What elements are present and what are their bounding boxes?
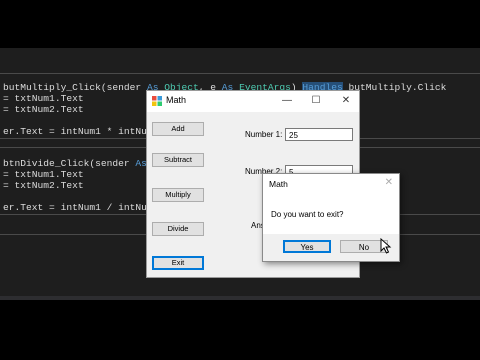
code-token: = txtNum2.Text xyxy=(3,180,84,191)
divide-button[interactable]: Divide xyxy=(152,222,204,236)
code-token: er.Text = intNum1 * intNum2 xyxy=(3,126,159,137)
number1-input[interactable]: 25 xyxy=(285,128,353,141)
close-icon[interactable]: ✕ xyxy=(337,93,355,109)
code-token: = txtNum1.Text xyxy=(3,169,84,180)
form-titlebar[interactable]: Math — ☐ ✕ xyxy=(147,91,359,112)
dialog-message: Do you want to exit? xyxy=(271,210,344,219)
minimize-icon[interactable]: — xyxy=(278,93,296,109)
code-token: er.Text = intNum1 / intNum2 xyxy=(3,202,159,213)
yes-button[interactable]: Yes xyxy=(283,240,331,253)
dialog-body: Do you want to exit? xyxy=(263,194,399,234)
add-button[interactable]: Add xyxy=(152,122,204,136)
code-token: = txtNum2.Text xyxy=(3,104,84,115)
editor-status-strip xyxy=(0,296,480,300)
maximize-icon[interactable]: ☐ xyxy=(307,93,325,109)
subtract-button[interactable]: Subtract xyxy=(152,153,204,167)
form-title: Math xyxy=(166,95,187,105)
dialog-titlebar[interactable]: Math ✕ xyxy=(263,174,399,194)
multiply-button[interactable]: Multiply xyxy=(152,188,204,202)
code-token: = txtNum1.Text xyxy=(3,93,84,104)
number1-label: Number 1: xyxy=(245,130,283,139)
mouse-cursor-icon xyxy=(380,238,392,254)
app-icon xyxy=(152,96,162,106)
close-icon[interactable]: ✕ xyxy=(385,177,393,188)
method-separator xyxy=(0,73,480,74)
code-token: butMultiply_Click(sender xyxy=(3,82,147,93)
code-token: btnDivide_Click(sender xyxy=(3,158,136,169)
dialog-title: Math xyxy=(269,179,288,189)
exit-button[interactable]: Exit xyxy=(152,256,204,270)
